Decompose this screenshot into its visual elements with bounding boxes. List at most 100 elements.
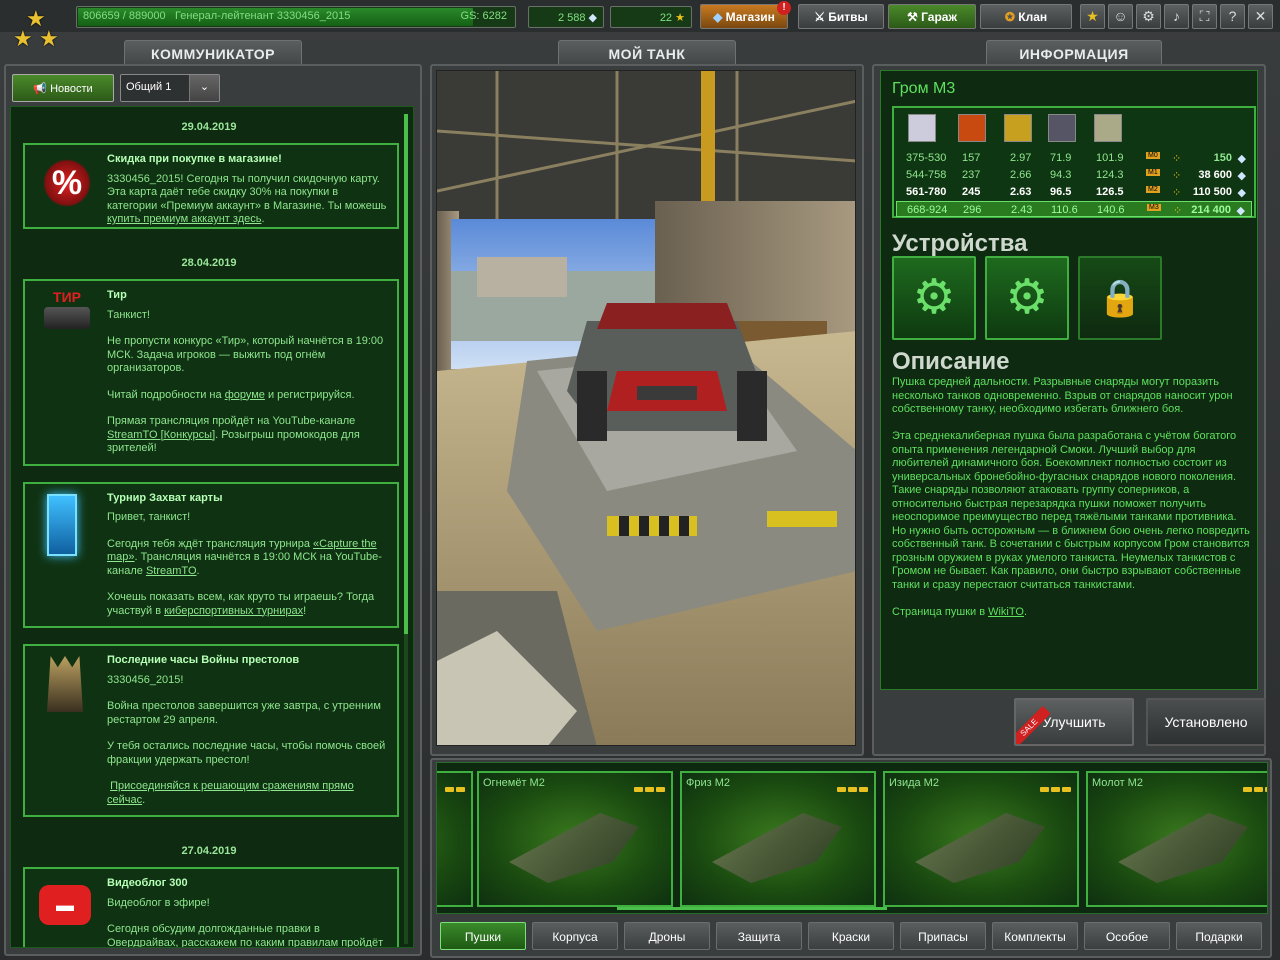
clan-button[interactable]: ✪ Клан [980,4,1072,29]
upgrade-button[interactable]: SALE Улучшить [1014,698,1134,746]
category-tab[interactable]: Припасы [900,922,986,950]
upgrade-level-dots [443,779,465,797]
item-card[interactable]: Фриз M2 [680,771,876,907]
device-slot-2[interactable]: ⚙ [985,256,1069,340]
impact-force-icon [958,114,986,142]
news-text: Сегодня обсудим долгожданные правки в Ов… [107,923,384,948]
item-carousel[interactable]: Огнемёт M2 Фриз M2 Изида M2 Молот M2 [436,762,1268,914]
item-card[interactable]: Огнемёт M2 [477,771,673,907]
premium-link[interactable]: купить премиум аккаунт здесь [107,213,261,225]
percent-icon: % [39,155,95,211]
gear-cube-icon: ⚙ [1005,271,1049,324]
range-icon [1094,114,1122,142]
item-description: Пушка средней дальности. Разрывные снаря… [892,376,1252,633]
stats-row[interactable]: 544-758 237 2.66 94.3 124.3 M1 ⁘ 38 600 ◆ [896,167,1252,183]
stat-value: 237 [962,169,981,181]
forum-link[interactable]: форуме [225,389,265,401]
wrench-icon: ⚒ [907,10,918,24]
esports-link[interactable]: киберспортивных турнирах [164,605,303,617]
stat-value: 2.43 [1011,204,1033,216]
battles-button[interactable]: ⚔ Битвы [798,4,884,29]
help-icon[interactable]: ? [1220,4,1245,29]
category-tab[interactable]: Особое [1084,922,1170,950]
description-text: Пушка средней дальности. Разрывные снаря… [892,376,1233,415]
news-text: Сегодня тебя ждёт трансляция турнира [107,537,314,550]
news-feed[interactable]: 29.04.2019 % Скидка при покупке в магази… [10,106,414,948]
category-tab[interactable]: Комплекты [992,922,1078,950]
carousel-scrollbar[interactable] [617,907,887,910]
item-card-partial[interactable] [437,771,473,907]
garage-3d-view[interactable] [436,70,856,746]
description-title: Описание [892,348,1010,375]
crystals-value: 2 588 [557,12,586,24]
wiki-link[interactable]: WikiTO [988,606,1024,618]
modification-level-icon: ⁘ [1172,153,1182,165]
item-card[interactable]: Молот M2 [1086,771,1267,907]
devices-title: Устройства [892,230,1028,257]
crystal-icon: ◆ [1236,205,1245,217]
upgrade-level-dots [1038,779,1071,797]
stat-value: 71.9 [1050,152,1072,164]
news-date: 29.04.2019 [181,121,237,133]
item-name: Молот M2 [1092,777,1143,789]
fullscreen-icon[interactable]: ⛶ [1192,4,1217,29]
stat-value: 110.6 [1051,204,1078,216]
channel-select[interactable]: Общий 1 ⌄ [120,74,220,102]
stars-value: 22 [659,12,673,24]
news-title: Тир [107,289,127,301]
news-scrollbar-thumb[interactable] [404,114,408,634]
device-slot-1[interactable]: ⚙ [892,256,976,340]
shop-button-label: Магазин [725,10,775,24]
exit-icon[interactable]: ✕ [1248,4,1273,29]
stat-value: 2.97 [1010,152,1032,164]
item-card[interactable]: Изида M2 [883,771,1079,907]
news-card-thrones: Последние часы Войны престолов 3330456_2… [23,644,399,817]
category-tab[interactable]: Подарки [1176,922,1262,950]
stat-value: 668-924 [907,204,948,216]
settings-gear-icon[interactable]: ⚙ [1136,4,1161,29]
device-slot-locked: 🔒 [1078,256,1162,340]
crossed-swords-icon: ⚔ [814,10,825,24]
stat-value: 124.3 [1096,169,1124,181]
news-card-vlog: ▬ Видеоблог 300 Видеоблог в эфире! Сегод… [23,867,399,948]
modification-level-icon: ⁘ [1173,205,1183,217]
category-tab[interactable]: Пушки [440,922,526,950]
sound-icon[interactable]: ♪ [1164,4,1189,29]
news-scrollbar[interactable] [404,114,408,944]
category-tab[interactable]: Дроны [624,922,710,950]
upgrade-level-dots [632,779,665,797]
stats-row[interactable]: 561-780 245 2.63 96.5 126.5 M2 ⁘ 110 500 ◆ [896,184,1252,200]
item-name: Огнемёт M2 [483,777,545,789]
installed-button: Установлено [1146,698,1266,746]
garage-button[interactable]: ⚒ Гараж [888,4,976,29]
news-text: У тебя остались последние часы, чтобы по… [107,740,386,766]
streamto-contests-link[interactable]: StreamTO [Конкурсы] [107,429,215,441]
category-tab[interactable]: Корпуса [532,922,618,950]
item-title: Гром M3 [892,80,956,97]
description-text: . [1023,605,1028,618]
news-date: 27.04.2019 [181,845,237,857]
star-button-icon[interactable]: ★ [1080,4,1105,29]
modification-level-icon: ⁘ [1172,170,1182,182]
item-name: Изида M2 [889,777,939,789]
streamto-link[interactable]: StreamTO [146,565,197,577]
description-text: Страница пушки в [892,605,989,618]
news-card-tournament: Турнир Захват карты Привет, танкист! Сег… [23,481,399,628]
crystal-icon: ◆ [588,12,597,24]
app-root: ★ ★ ★ 806659 / 889000 Генерал-лейтенант … [0,0,1280,960]
news-button[interactable]: 📢 Новости [12,74,114,102]
turret-image-icon [1118,813,1248,883]
category-tab[interactable]: Краски [808,922,894,950]
friends-icon[interactable]: ☺ [1108,4,1133,29]
stats-row[interactable]: 668-924 296 2.43 110.6 140.6 M3 ⁘ 214 400 ◆ [896,201,1252,217]
modification-badge: M1 [1146,169,1160,176]
stats-row[interactable]: 375-530 157 2.97 71.9 101.9 M0 ⁘ 150 ◆ [896,150,1252,166]
news-date: 28.04.2019 [181,257,237,269]
stat-value: 157 [962,152,981,164]
category-tab[interactable]: Защита [716,922,802,950]
tir-logo-text: ТИР [53,289,81,305]
shop-button[interactable]: ◆ Магазин ! [700,1,791,29]
experience-bar: 806659 / 889000 Генерал-лейтенант 333045… [76,6,516,28]
news-text: и регистрируйся. [264,388,355,401]
news-text: . [142,793,146,806]
